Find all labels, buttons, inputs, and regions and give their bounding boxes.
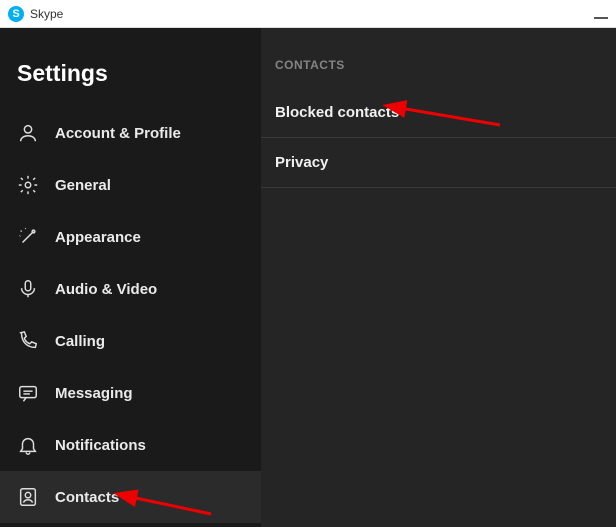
- sidebar-item-label: Notifications: [55, 437, 146, 454]
- settings-title: Settings: [0, 28, 261, 107]
- sidebar-item-label: Calling: [55, 333, 105, 350]
- sidebar-item-label: Audio & Video: [55, 281, 157, 298]
- app-body: Settings Account & Profile General Appea…: [0, 28, 616, 527]
- person-icon: [17, 122, 39, 144]
- gear-icon: [17, 174, 39, 196]
- wand-icon: [17, 226, 39, 248]
- main-item-blocked-contacts[interactable]: Blocked contacts: [261, 88, 616, 138]
- sidebar-item-label: Account & Profile: [55, 125, 181, 142]
- sidebar: Settings Account & Profile General Appea…: [0, 28, 261, 527]
- sidebar-item-appearance[interactable]: Appearance: [0, 211, 261, 263]
- sidebar-item-contacts[interactable]: Contacts: [0, 471, 261, 523]
- titlebar: S Skype: [0, 0, 616, 28]
- minimize-button[interactable]: [594, 17, 608, 19]
- message-icon: [17, 382, 39, 404]
- titlebar-left: S Skype: [8, 6, 63, 22]
- sidebar-item-messaging[interactable]: Messaging: [0, 367, 261, 419]
- sidebar-item-label: Contacts: [55, 489, 119, 506]
- sidebar-item-label: General: [55, 177, 111, 194]
- skype-logo-icon: S: [8, 6, 24, 22]
- main-panel: CONTACTS Blocked contacts Privacy: [261, 28, 616, 527]
- app-title: Skype: [30, 7, 63, 21]
- sidebar-item-audio-video[interactable]: Audio & Video: [0, 263, 261, 315]
- phone-icon: [17, 330, 39, 352]
- sidebar-item-label: Appearance: [55, 229, 141, 246]
- microphone-icon: [17, 278, 39, 300]
- sidebar-item-label: Messaging: [55, 385, 133, 402]
- sidebar-item-account-profile[interactable]: Account & Profile: [0, 107, 261, 159]
- sidebar-item-calling[interactable]: Calling: [0, 315, 261, 367]
- main-item-privacy[interactable]: Privacy: [261, 138, 616, 188]
- titlebar-controls: [594, 9, 608, 19]
- sidebar-item-notifications[interactable]: Notifications: [0, 419, 261, 471]
- sidebar-item-general[interactable]: General: [0, 159, 261, 211]
- bell-icon: [17, 434, 39, 456]
- section-header: CONTACTS: [261, 28, 616, 88]
- contacts-icon: [17, 486, 39, 508]
